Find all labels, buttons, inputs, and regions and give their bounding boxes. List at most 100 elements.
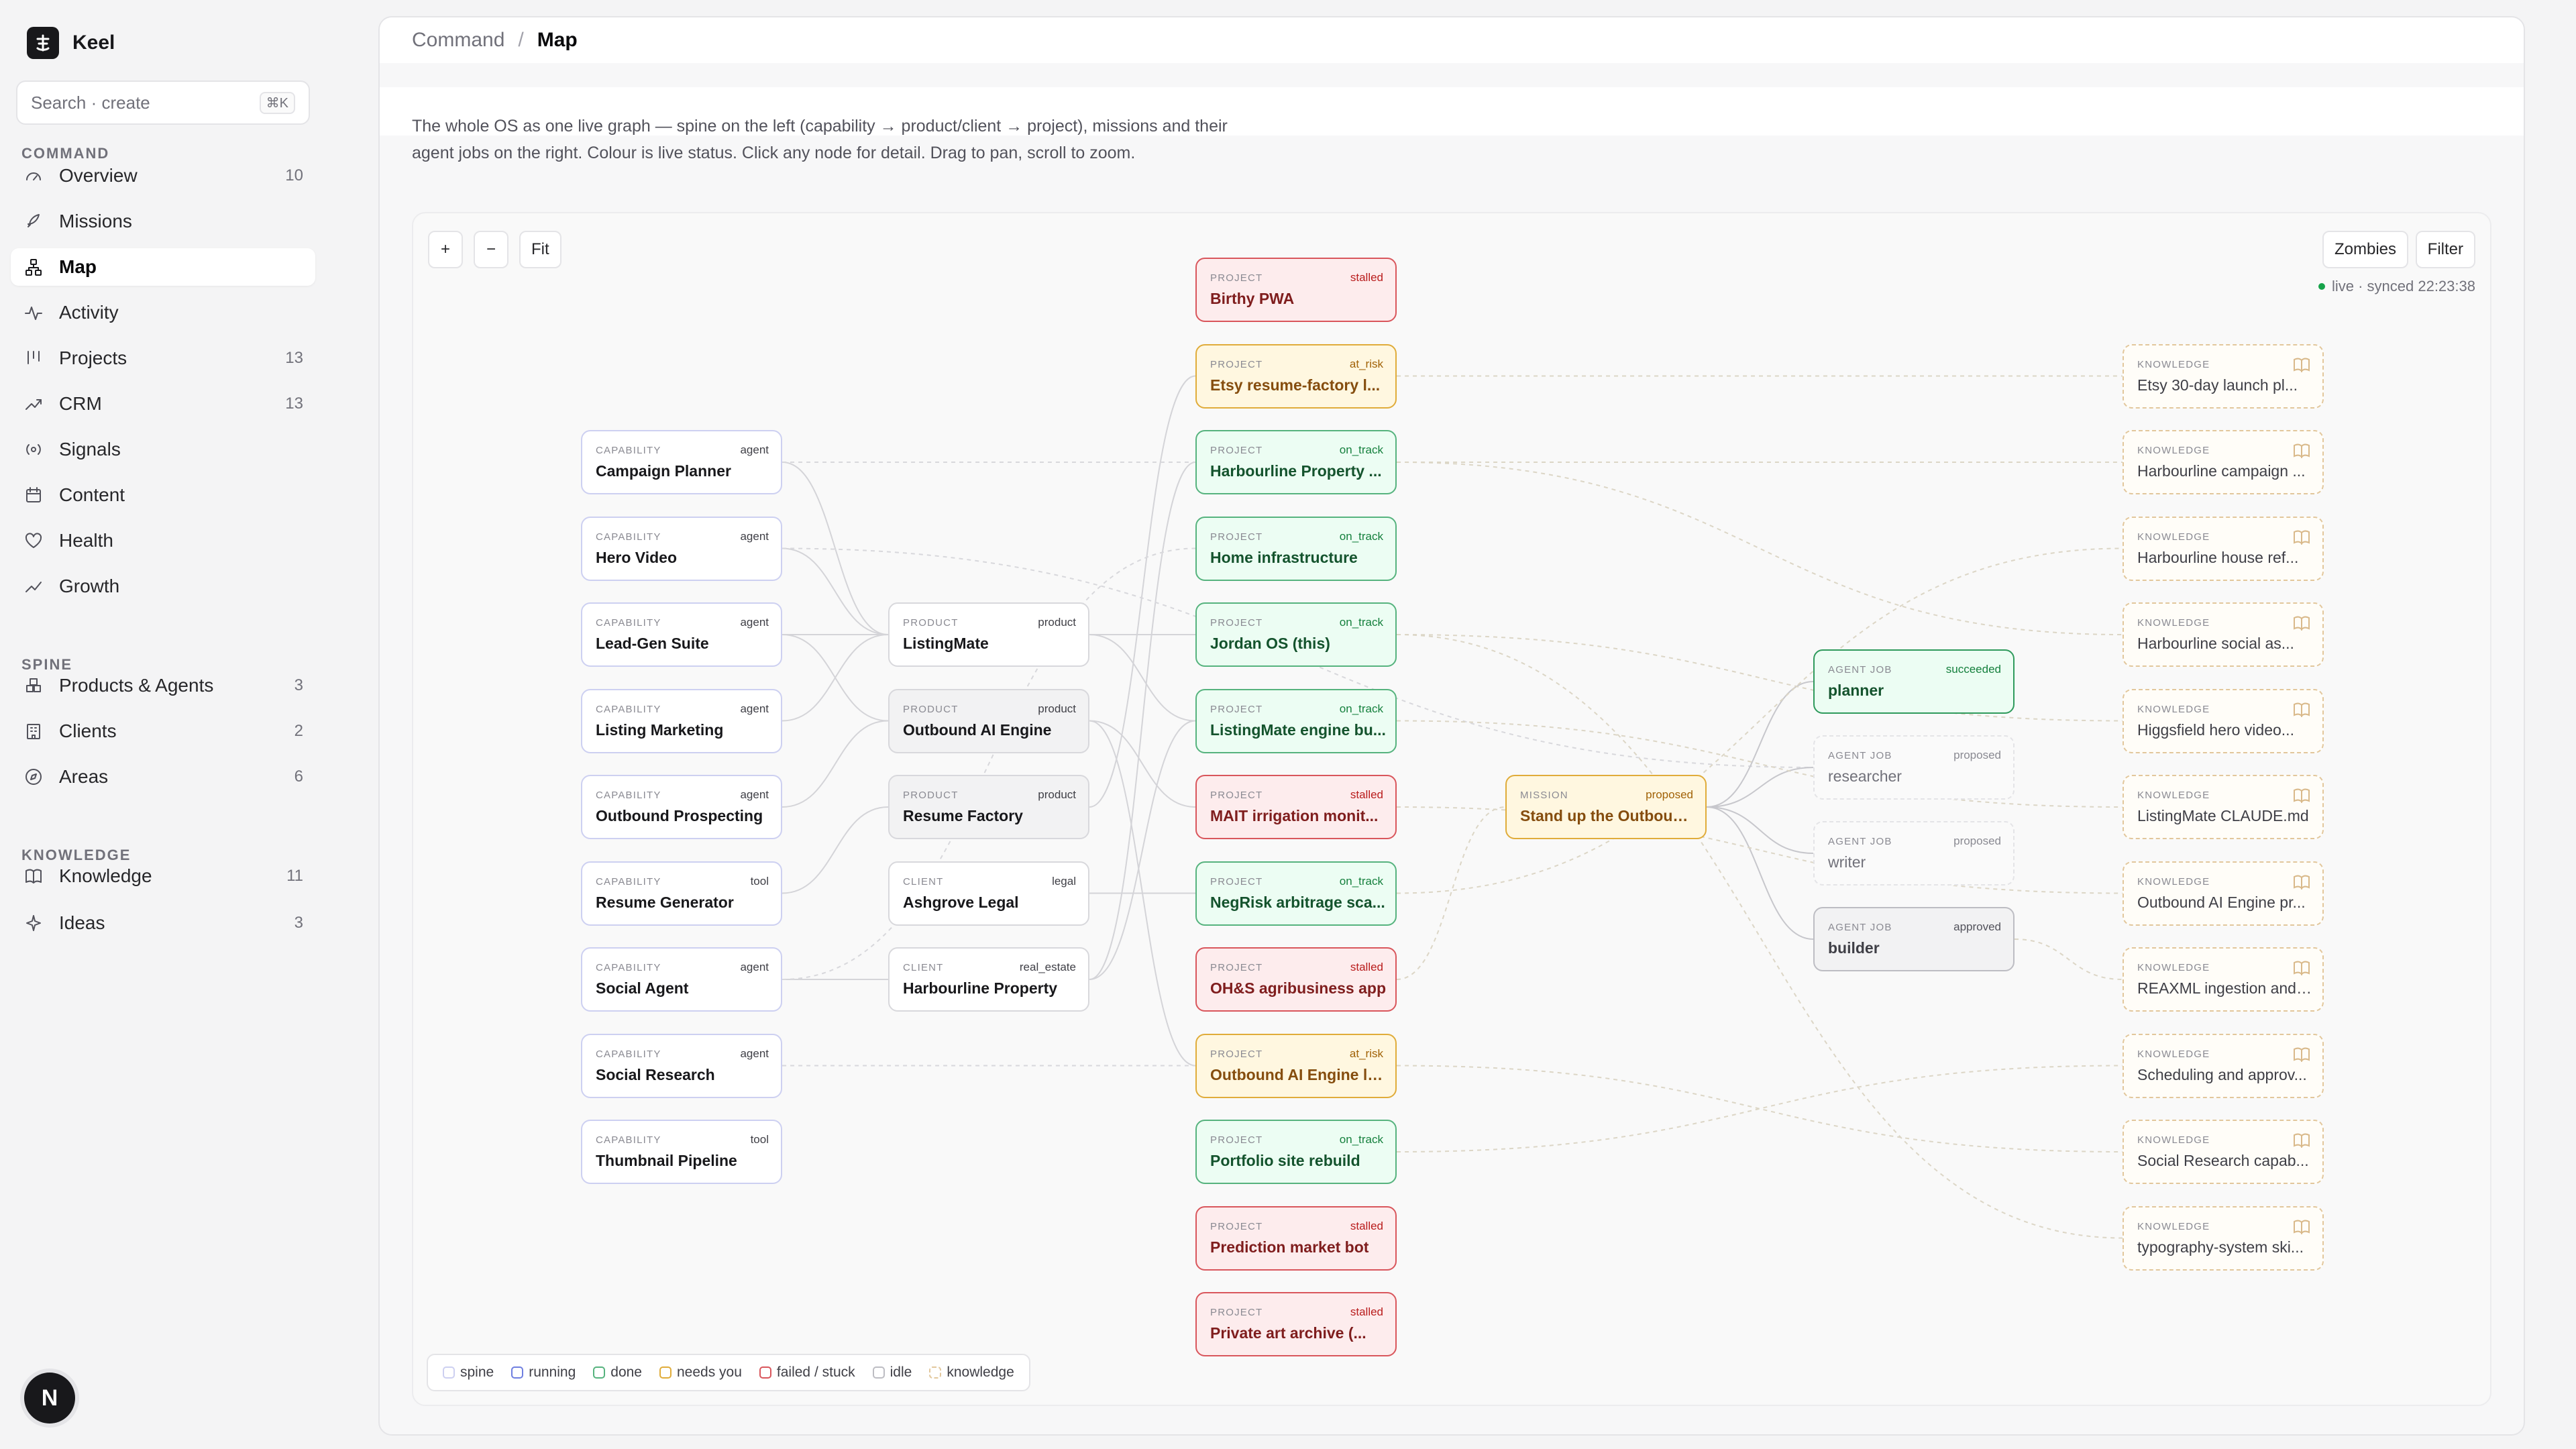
proj-node[interactable]: PROJECT Etsy resume-factory l... at_risk: [1195, 343, 1397, 409]
node-status: stalled: [1350, 788, 1383, 801]
node-status: stalled: [1350, 271, 1383, 284]
proj-node[interactable]: PROJECT NegRisk arbitrage sca... on_track: [1195, 861, 1397, 926]
node-kind: KNOWLEDGE: [2137, 617, 2210, 629]
node-status: agent: [740, 616, 769, 629]
node-status: stalled: [1350, 961, 1383, 973]
node-title: Private art archive (...: [1210, 1324, 1366, 1342]
know-node[interactable]: KNOWLEDGE Harbourline social as...: [2123, 602, 2324, 667]
node-title: Home infrastructure: [1210, 548, 1358, 566]
sidebar-item-missions[interactable]: Missions: [11, 203, 315, 240]
user-avatar[interactable]: N: [24, 1373, 75, 1424]
know-node[interactable]: KNOWLEDGE Harbourline house ref...: [2123, 516, 2324, 581]
job-node[interactable]: AGENT JOB planner succeeded: [1813, 649, 2015, 714]
proj-node[interactable]: PROJECT ListingMate engine bu... on_track: [1195, 688, 1397, 753]
know-node[interactable]: KNOWLEDGE ListingMate CLAUDE.md: [2123, 775, 2324, 839]
cap-node[interactable]: CAPABILITY Campaign Planner agent: [581, 430, 782, 494]
search-shortcut: ⌘K: [259, 91, 295, 114]
prod-node[interactable]: CLIENT Harbourline Property real_estate: [888, 947, 1089, 1012]
sidebar-item-projects[interactable]: Projects 13: [11, 339, 315, 377]
job-node[interactable]: AGENT JOB writer proposed: [1813, 821, 2015, 885]
zombies-button[interactable]: Zombies: [2322, 231, 2408, 268]
node-kind: CAPABILITY: [596, 617, 661, 629]
know-node[interactable]: KNOWLEDGE Etsy 30-day launch pl...: [2123, 343, 2324, 409]
node-kind: KNOWLEDGE: [2137, 962, 2210, 973]
zoom-out-button[interactable]: −: [474, 231, 508, 268]
sidebar-item-products-agents[interactable]: Products & Agents 3: [11, 667, 315, 704]
node-kind: PROJECT: [1210, 962, 1263, 973]
graph-edge: [1706, 806, 1814, 940]
legend-item: knowledge: [929, 1364, 1014, 1381]
graph-edge: [782, 720, 889, 808]
sidebar-item-label: Overview: [59, 165, 138, 186]
proj-node[interactable]: PROJECT Home infrastructure on_track: [1195, 516, 1397, 581]
sidebar-item-ideas[interactable]: Ideas 3: [11, 904, 315, 942]
zoom-in-button[interactable]: +: [428, 231, 463, 268]
cap-node[interactable]: CAPABILITY Outbound Prospecting agent: [581, 775, 782, 839]
graph-edge: [1396, 462, 2123, 635]
cap-node[interactable]: CAPABILITY Thumbnail Pipeline tool: [581, 1120, 782, 1184]
sidebar-item-clients[interactable]: Clients 2: [11, 712, 315, 750]
sidebar-item-knowledge[interactable]: Knowledge 11: [11, 857, 315, 895]
proj-node[interactable]: PROJECT Portfolio site rebuild on_track: [1195, 1120, 1397, 1184]
know-node[interactable]: KNOWLEDGE Scheduling and approv...: [2123, 1033, 2324, 1098]
know-node[interactable]: KNOWLEDGE Social Research capab...: [2123, 1120, 2324, 1184]
proj-node[interactable]: PROJECT Jordan OS (this) on_track: [1195, 602, 1397, 667]
node-status: approved: [1953, 920, 2001, 933]
node-title: MAIT irrigation monit...: [1210, 807, 1379, 824]
book-icon: [2293, 788, 2310, 806]
prod-node[interactable]: PRODUCT Outbound AI Engine product: [888, 688, 1089, 753]
prod-node[interactable]: PRODUCT ListingMate product: [888, 602, 1089, 667]
brand[interactable]: Keel: [27, 27, 115, 59]
sidebar-item-health[interactable]: Health: [11, 522, 315, 559]
graph-canvas[interactable]: + − Fit Zombies Filter live · synced 22:…: [412, 212, 2491, 1406]
node-status: agent: [740, 788, 769, 801]
sidebar-item-areas[interactable]: Areas 6: [11, 758, 315, 796]
proj-node[interactable]: PROJECT Harbourline Property ... on_track: [1195, 430, 1397, 494]
node-status: on_track: [1339, 443, 1383, 456]
sidebar-item-signals[interactable]: Signals: [11, 431, 315, 468]
cap-node[interactable]: CAPABILITY Hero Video agent: [581, 516, 782, 581]
prod-node[interactable]: PRODUCT Resume Factory product: [888, 775, 1089, 839]
sidebar-item-overview[interactable]: Overview 10: [11, 157, 315, 195]
cap-node[interactable]: CAPABILITY Resume Generator tool: [581, 861, 782, 926]
node-status: at_risk: [1349, 357, 1383, 370]
sidebar-item-label: Areas: [59, 766, 109, 787]
sidebar-item-map[interactable]: Map: [11, 248, 315, 286]
page-description: The whole OS as one live graph — spine o…: [412, 117, 1228, 162]
know-node[interactable]: KNOWLEDGE Higgsfield hero video...: [2123, 688, 2324, 753]
know-node[interactable]: KNOWLEDGE Harbourline campaign ...: [2123, 430, 2324, 494]
node-status: on_track: [1339, 1133, 1383, 1146]
book-icon: [23, 865, 44, 887]
node-title: writer: [1828, 853, 1866, 871]
node-status: agent: [740, 961, 769, 973]
proj-node[interactable]: PROJECT Outbound AI Engine la... at_risk: [1195, 1033, 1397, 1098]
sidebar-item-content[interactable]: Content: [11, 476, 315, 514]
fit-button[interactable]: Fit: [519, 231, 561, 268]
boxes-icon: [23, 675, 44, 696]
sidebar-item-activity[interactable]: Activity: [11, 294, 315, 331]
know-node[interactable]: KNOWLEDGE REAXML ingestion and ...: [2123, 947, 2324, 1012]
search-input[interactable]: Search · create ⌘K: [16, 80, 310, 125]
sidebar-item-label: Clients: [59, 720, 117, 741]
prod-node[interactable]: CLIENT Ashgrove Legal legal: [888, 861, 1089, 926]
cap-node[interactable]: CAPABILITY Lead-Gen Suite agent: [581, 602, 782, 667]
cap-node[interactable]: CAPABILITY Social Agent agent: [581, 947, 782, 1012]
sidebar-item-growth[interactable]: Growth: [11, 568, 315, 605]
proj-node[interactable]: PROJECT MAIT irrigation monit... stalled: [1195, 775, 1397, 839]
filter-button[interactable]: Filter: [2415, 231, 2475, 268]
job-node[interactable]: AGENT JOB researcher proposed: [1813, 735, 2015, 800]
know-node[interactable]: KNOWLEDGE typography-system ski...: [2123, 1205, 2324, 1271]
proj-node[interactable]: PROJECT Prediction market bot stalled: [1195, 1205, 1397, 1271]
proj-node[interactable]: PROJECT Birthy PWA stalled: [1195, 258, 1397, 322]
sidebar-item-crm[interactable]: CRM 13: [11, 385, 315, 423]
proj-node[interactable]: PROJECT OH&S agribusiness app stalled: [1195, 947, 1397, 1012]
know-node[interactable]: KNOWLEDGE Outbound AI Engine pr...: [2123, 861, 2324, 926]
mission-node[interactable]: MISSION Stand up the Outbound... proposed: [1505, 775, 1707, 839]
node-title: Social Agent: [596, 979, 689, 997]
cap-node[interactable]: CAPABILITY Social Research agent: [581, 1033, 782, 1098]
cap-node[interactable]: CAPABILITY Listing Marketing agent: [581, 688, 782, 753]
breadcrumb-command[interactable]: Command: [412, 29, 504, 52]
job-node[interactable]: AGENT JOB builder approved: [1813, 907, 2015, 971]
node-kind: KNOWLEDGE: [2137, 790, 2210, 801]
proj-node[interactable]: PROJECT Private art archive (... stalled: [1195, 1292, 1397, 1356]
